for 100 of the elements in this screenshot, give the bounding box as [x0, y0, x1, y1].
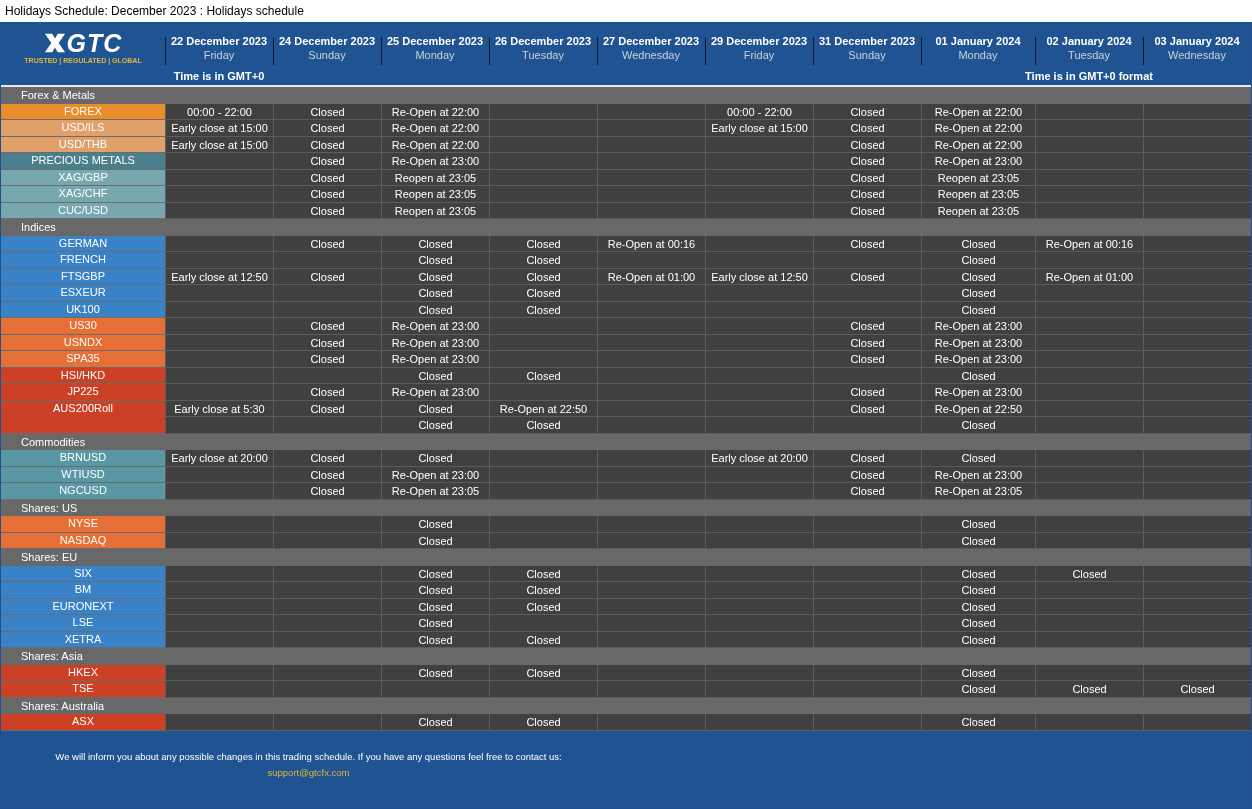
table-cell: Closed: [813, 450, 921, 467]
table-cell: Closed: [381, 417, 489, 434]
table-cell: Closed: [489, 252, 597, 269]
table-cell: Closed: [921, 582, 1035, 599]
instrument-label: JP225: [1, 384, 165, 401]
table-cell: Closed: [381, 582, 489, 599]
table-cell: Closed: [489, 417, 597, 434]
table-cell: Closed: [273, 120, 381, 137]
table-cell: Re-Open at 23:00: [381, 384, 489, 401]
instrument-label: USD/ILS: [1, 120, 165, 137]
section-header: Shares: EU: [1, 549, 1251, 566]
table-cell: Closed: [381, 285, 489, 302]
page-title: Holidays Schedule: December 2023 : Holidays schedule: [4, 3, 305, 20]
instrument-label: AUS200Roll: [1, 400, 165, 434]
table-cell: Closed: [273, 186, 381, 203]
table-cell: Closed: [921, 681, 1035, 698]
column-date: 27 December 2023: [603, 35, 699, 47]
table-cell: Reopen at 23:05: [921, 186, 1035, 203]
table-cell: Re-Open at 22:00: [921, 120, 1035, 137]
column-date: 31 December 2023: [819, 35, 915, 47]
column-weekday: Monday: [958, 49, 998, 61]
column-weekday: Friday: [743, 49, 775, 61]
table-cell: Closed: [921, 615, 1035, 632]
table-cell: Re-Open at 23:00: [921, 351, 1035, 368]
logo-wordmark: GTC: [66, 31, 123, 55]
column-weekday: Monday: [415, 49, 455, 61]
table-cell: Closed: [813, 120, 921, 137]
table-cell: Closed: [921, 450, 1035, 467]
section-header: Indices: [1, 219, 1251, 236]
column-date: 22 December 2023: [171, 35, 267, 47]
instrument-label: NYSE: [1, 516, 165, 533]
column-date: 29 December 2023: [711, 35, 807, 47]
table-cell: Early close at 20:00: [165, 450, 273, 467]
table-cell: Closed: [489, 285, 597, 302]
table-cell: Closed: [813, 351, 921, 368]
timezone-note: Time is in GMT+0: [173, 70, 265, 82]
instrument-label: BM: [1, 582, 165, 599]
column-weekday: Wednesday: [622, 49, 680, 61]
table-cell: Re-Open at 23:00: [921, 384, 1035, 401]
table-cell: Re-Open at 23:00: [381, 351, 489, 368]
column-weekday: Sunday: [848, 49, 886, 61]
table-cell: Closed: [921, 252, 1035, 269]
table-cell: Closed: [921, 516, 1035, 533]
table-cell: Closed: [273, 384, 381, 401]
column-weekday: Wednesday: [1168, 49, 1226, 61]
footer-message: We will inform you about any possible changes in this trading schedule. If you have any questions feel free to contact us:: [54, 750, 563, 762]
instrument-label: XAG/CHF: [1, 186, 165, 203]
instrument-label: US30: [1, 318, 165, 335]
table-cell: Closed: [813, 483, 921, 500]
table-cell: Closed: [273, 483, 381, 500]
column-weekday: Sunday: [308, 49, 346, 61]
table-cell: Closed: [489, 582, 597, 599]
table-cell: Closed: [381, 450, 489, 467]
table-cell: Re-Open at 22:00: [381, 120, 489, 137]
table-cell: Closed: [381, 516, 489, 533]
column-date: 02 January 2024: [1046, 35, 1132, 47]
column-weekday: Tuesday: [1068, 49, 1110, 61]
table-cell: Closed: [381, 714, 489, 731]
table-cell: Re-Open at 23:05: [381, 483, 489, 500]
table-cell: Closed: [273, 351, 381, 368]
table-cell: Closed: [813, 384, 921, 401]
section-header: Forex & Metals: [1, 87, 1251, 104]
column-date: 01 January 2024: [935, 35, 1021, 47]
table-cell: Reopen at 23:05: [381, 186, 489, 203]
instrument-label: NGCUSD: [1, 483, 165, 500]
instrument-label: PRECIOUS METALS: [1, 153, 165, 170]
timezone-note: Time is in GMT+0 format: [1025, 70, 1153, 82]
table-cell: Re-Open at 23:00: [381, 153, 489, 170]
instrument-label: FRENCH: [1, 252, 165, 269]
table-cell: Early close at 15:00: [165, 120, 273, 137]
instrument-label: SPA35: [1, 351, 165, 368]
section-header: Shares: Asia: [1, 648, 1251, 665]
table-cell: Closed: [273, 450, 381, 467]
table-cell: Closed: [1143, 681, 1251, 698]
table-cell: Early close at 15:00: [705, 120, 813, 137]
instrument-label: BRNUSD: [1, 450, 165, 467]
table-cell: Re-Open at 23:00: [921, 318, 1035, 335]
instrument-label: LSE: [1, 615, 165, 632]
table-cell: Closed: [381, 615, 489, 632]
instrument-label: TSE: [1, 681, 165, 698]
table-cell: Closed: [921, 417, 1035, 434]
column-date: 03 January 2024: [1154, 35, 1240, 47]
table-cell: Closed: [921, 285, 1035, 302]
table-cell: Early close at 20:00: [705, 450, 813, 467]
column-weekday: Tuesday: [522, 49, 564, 61]
column-date: 24 December 2023: [279, 35, 375, 47]
table-cell: Re-Open at 23:00: [921, 153, 1035, 170]
column-date: 25 December 2023: [387, 35, 483, 47]
table-cell: Closed: [489, 714, 597, 731]
table-cell: Closed: [813, 186, 921, 203]
table-cell: Closed: [813, 153, 921, 170]
table-cell: Closed: [921, 714, 1035, 731]
table-cell: Re-Open at 23:05: [921, 483, 1035, 500]
table-cell: Closed: [381, 252, 489, 269]
column-date: 26 December 2023: [495, 35, 591, 47]
instrument-label: ASX: [1, 714, 165, 731]
table-cell: Re-Open at 23:00: [381, 318, 489, 335]
table-cell: Closed: [1035, 681, 1143, 698]
instrument-label: ESXEUR: [1, 285, 165, 302]
email-link[interactable]: support@gtcfx.com: [267, 766, 350, 778]
